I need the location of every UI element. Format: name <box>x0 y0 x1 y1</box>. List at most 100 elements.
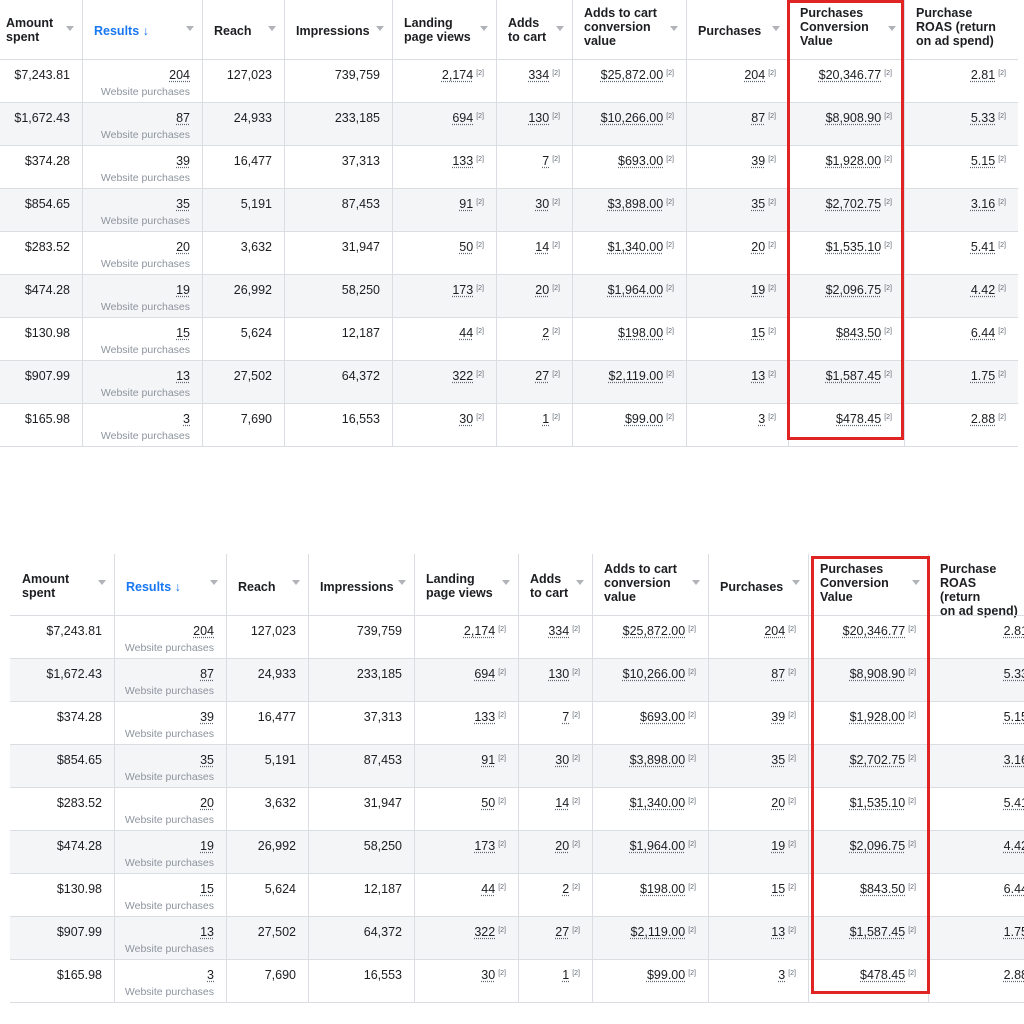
cell-link[interactable]: $693.00 <box>618 154 663 168</box>
cell-link[interactable]: 7 <box>562 710 569 724</box>
sort-chevron-icon[interactable] <box>268 26 276 31</box>
cell-atc[interactable]: 30 [2] <box>518 753 580 767</box>
cell-link[interactable]: 39 <box>200 710 214 724</box>
cell-atcv[interactable]: $198.00 [2] <box>572 326 674 340</box>
cell-purchases[interactable]: 13 [2] <box>686 369 776 383</box>
sort-chevron-icon[interactable] <box>98 580 106 585</box>
column-header-landing[interactable]: Landing page views <box>426 572 496 600</box>
cell-purchases[interactable]: 204 [2] <box>708 624 796 638</box>
cell-link[interactable]: 173 <box>452 283 473 297</box>
cell-atcv[interactable]: $2,119.00 [2] <box>572 369 674 383</box>
cell-atc[interactable]: 27 [2] <box>496 369 560 383</box>
cell-link[interactable]: $3,898.00 <box>630 753 686 767</box>
cell-roas[interactable]: 5.41 [2] <box>904 240 1006 254</box>
cell-link[interactable]: 5.15 <box>1004 710 1024 724</box>
cell-atcv[interactable]: $1,340.00 [2] <box>592 796 696 810</box>
cell-atc[interactable]: 27 [2] <box>518 925 580 939</box>
sort-chevron-icon[interactable] <box>576 580 584 585</box>
cell-link[interactable]: 35 <box>176 197 190 211</box>
cell-purchases[interactable]: 3 [2] <box>708 968 796 982</box>
cell-purchases[interactable]: 19 [2] <box>686 283 776 297</box>
sort-chevron-icon[interactable] <box>772 26 780 31</box>
cell-atc[interactable]: 30 [2] <box>496 197 560 211</box>
cell-link[interactable]: 14 <box>555 796 569 810</box>
cell-landing[interactable]: 30 [2] <box>414 968 506 982</box>
cell-link[interactable]: 204 <box>193 624 214 638</box>
cell-atc[interactable]: 2 [2] <box>496 326 560 340</box>
cell-atc[interactable]: 20 [2] <box>496 283 560 297</box>
cell-purchases[interactable]: 39 [2] <box>708 710 796 724</box>
cell-roas[interactable]: 1.75 <box>928 925 1024 939</box>
cell-link[interactable]: 44 <box>459 326 473 340</box>
cell-link[interactable]: 2,174 <box>442 68 473 82</box>
cell-link[interactable]: 30 <box>481 968 495 982</box>
column-header-reach[interactable]: Reach <box>238 580 286 594</box>
column-header-impressions[interactable]: Impressions <box>296 24 370 38</box>
column-header-reach[interactable]: Reach <box>214 24 262 38</box>
column-header-results[interactable]: Results ↓ <box>94 24 180 38</box>
cell-landing[interactable]: 30 [2] <box>392 412 484 426</box>
cell-link[interactable]: 2 <box>562 882 569 896</box>
cell-landing[interactable]: 694 [2] <box>414 667 506 681</box>
cell-atc[interactable]: 7 [2] <box>496 154 560 168</box>
cell-atc[interactable]: 14 [2] <box>496 240 560 254</box>
sort-chevron-icon[interactable] <box>186 26 194 31</box>
cell-link[interactable]: 2.88 <box>1004 968 1024 982</box>
cell-link[interactable]: 87 <box>771 667 785 681</box>
cell-purchases[interactable]: 15 [2] <box>708 882 796 896</box>
cell-link[interactable]: 1 <box>542 412 549 426</box>
cell-landing[interactable]: 133 [2] <box>414 710 506 724</box>
cell-link[interactable]: 3.16 <box>971 197 995 211</box>
sort-chevron-icon[interactable] <box>502 580 510 585</box>
cell-landing[interactable]: 50 [2] <box>392 240 484 254</box>
cell-landing[interactable]: 2,174 [2] <box>414 624 506 638</box>
cell-link[interactable]: 130 <box>548 667 569 681</box>
cell-link[interactable]: 87 <box>751 111 765 125</box>
cell-link[interactable]: $2,119.00 <box>609 369 664 383</box>
cell-link[interactable]: 1.75 <box>971 369 995 383</box>
sort-chevron-icon[interactable] <box>398 580 406 585</box>
cell-landing[interactable]: 91 [2] <box>414 753 506 767</box>
cell-landing[interactable]: 694 [2] <box>392 111 484 125</box>
cell-roas[interactable]: 5.33 <box>928 667 1024 681</box>
cell-link[interactable]: 44 <box>481 882 495 896</box>
cell-purchases[interactable]: 35 [2] <box>686 197 776 211</box>
cell-purchases[interactable]: 19 [2] <box>708 839 796 853</box>
cell-atc[interactable]: 2 [2] <box>518 882 580 896</box>
cell-link[interactable]: 35 <box>771 753 785 767</box>
sort-chevron-icon[interactable] <box>792 580 800 585</box>
cell-link[interactable]: 1 <box>562 968 569 982</box>
cell-link[interactable]: 50 <box>481 796 495 810</box>
cell-roas[interactable]: 4.42 [2] <box>904 283 1006 297</box>
column-header-atcv[interactable]: Adds to cart conversion value <box>604 562 686 604</box>
cell-link[interactable]: 2 <box>542 326 549 340</box>
cell-purchases[interactable]: 3 [2] <box>686 412 776 426</box>
cell-link[interactable]: 2.81 <box>971 68 995 82</box>
cell-link[interactable]: 27 <box>535 369 549 383</box>
cell-roas[interactable]: 6.44 [2] <box>904 326 1006 340</box>
cell-link[interactable]: 13 <box>200 925 214 939</box>
cell-link[interactable]: 15 <box>771 882 785 896</box>
cell-link[interactable]: 3 <box>207 968 214 982</box>
cell-results[interactable]: 15 <box>82 326 190 340</box>
cell-link[interactable]: 19 <box>176 283 190 297</box>
cell-link[interactable]: 87 <box>200 667 214 681</box>
cell-atcv[interactable]: $3,898.00 [2] <box>592 753 696 767</box>
cell-atc[interactable]: 130 [2] <box>518 667 580 681</box>
cell-atc[interactable]: 334 [2] <box>518 624 580 638</box>
column-header-purchases[interactable]: Purchases <box>720 580 786 594</box>
column-header-amount[interactable]: Amount spent <box>22 572 92 600</box>
cell-link[interactable]: 3 <box>778 968 785 982</box>
column-header-amount[interactable]: Amount spent <box>6 16 60 44</box>
cell-link[interactable]: 39 <box>751 154 765 168</box>
cell-landing[interactable]: 173 [2] <box>392 283 484 297</box>
cell-link[interactable]: 5.41 <box>1004 796 1024 810</box>
cell-results[interactable]: 19 <box>114 839 214 853</box>
cell-link[interactable]: $1,340.00 <box>608 240 664 254</box>
cell-link[interactable]: 14 <box>535 240 549 254</box>
cell-atcv[interactable]: $693.00 [2] <box>592 710 696 724</box>
cell-link[interactable]: 15 <box>176 326 190 340</box>
cell-atcv[interactable]: $2,119.00 [2] <box>592 925 696 939</box>
cell-link[interactable]: 6.44 <box>971 326 995 340</box>
cell-link[interactable]: 204 <box>169 68 190 82</box>
